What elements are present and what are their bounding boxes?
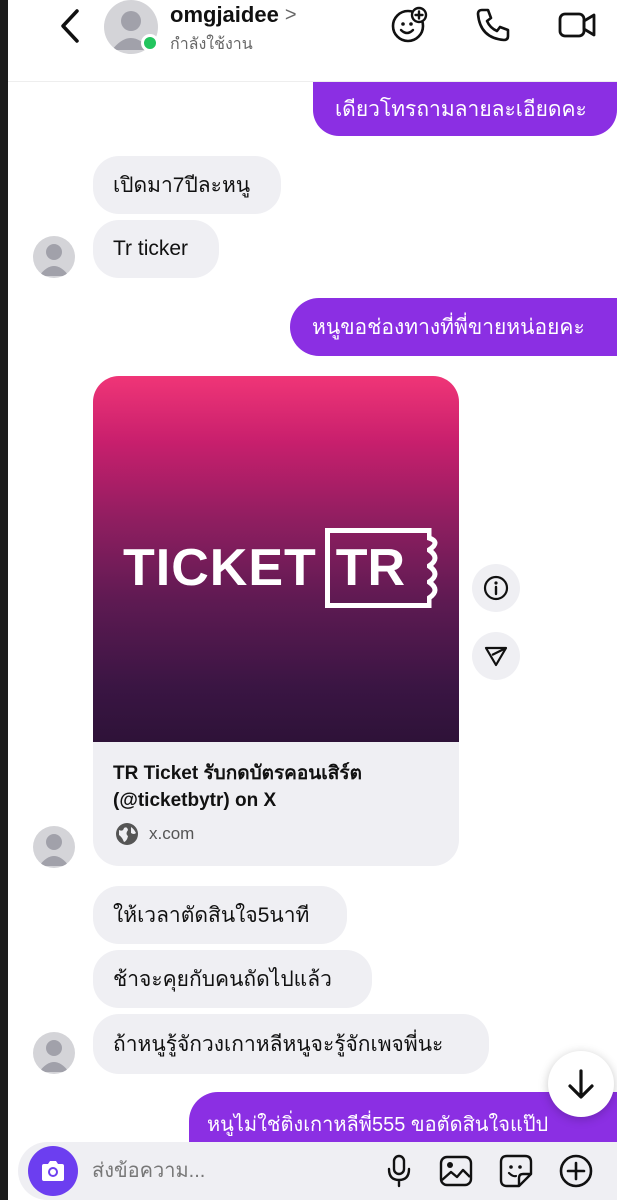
microphone-icon: [387, 1154, 411, 1188]
link-preview-card[interactable]: TICKET TR TR Ticket รับกดบัตรคอนเสิร์ต (…: [93, 376, 459, 866]
incoming-message[interactable]: Tr ticker: [93, 220, 219, 278]
video-camera-icon: [558, 12, 596, 38]
online-indicator: [141, 34, 159, 52]
video-call-button[interactable]: [556, 4, 598, 46]
sticker-add-button[interactable]: [388, 4, 430, 46]
share-icon: [484, 646, 508, 667]
ticket-tr-logo: TICKET TR: [123, 526, 438, 610]
logo-box-text: TR: [335, 539, 406, 597]
gallery-button[interactable]: [437, 1152, 475, 1190]
outgoing-message[interactable]: เดียวโทรถามลายละเอียดคะ: [313, 82, 617, 136]
link-domain: x.com: [115, 822, 194, 846]
message-text: Tr ticker: [113, 237, 189, 260]
message-text: ช้าจะคุยกับคนถัดไปแล้ว: [113, 967, 332, 991]
camera-button[interactable]: [28, 1146, 78, 1196]
contact-name[interactable]: omgjaidee >: [170, 2, 297, 28]
incoming-message[interactable]: ช้าจะคุยกับคนถัดไปแล้ว: [93, 950, 372, 1008]
sender-avatar[interactable]: [33, 826, 75, 868]
message-text: ให้เวลาตัดสินใจ5นาที: [113, 903, 310, 927]
outgoing-message[interactable]: หนูขอช่องทางที่พี่ขายหน่อยคะ: [290, 298, 617, 356]
message-text: เปิดมา7ปีละหนู: [113, 173, 251, 197]
domain-text: x.com: [149, 824, 195, 843]
active-status: กำลังใช้งาน: [170, 36, 253, 53]
logo-word: TICKET: [123, 539, 317, 597]
incoming-message[interactable]: เปิดมา7ปีละหนู: [93, 156, 281, 214]
scroll-to-bottom-button[interactable]: [548, 1051, 614, 1117]
back-arrow-icon: [61, 9, 79, 43]
globe-icon: [116, 823, 138, 845]
sender-avatar[interactable]: [33, 1032, 75, 1074]
message-text: หนูขอช่องทางที่พี่ขายหน่อยคะ: [312, 315, 585, 339]
back-button[interactable]: [52, 8, 88, 44]
message-text: เดียวโทรถามลายละเอียดคะ: [335, 97, 587, 121]
gallery-icon: [439, 1155, 473, 1187]
share-button[interactable]: [472, 632, 520, 680]
link-preview-image: TICKET TR: [93, 376, 459, 742]
sticker-button[interactable]: [497, 1152, 535, 1190]
message-text: หนูไม่ใช่ติ่งเกาหลีพี่555 ขอตัดสินใจแป๊ป: [207, 1114, 549, 1136]
more-options-button[interactable]: [557, 1152, 595, 1190]
message-text: ถ้าหนูรู้จักวงเกาหลีหนูจะรู้จักเพจพี่นะ: [113, 1032, 444, 1056]
incoming-message[interactable]: ถ้าหนูรู้จักวงเกาหลีหนูจะรู้จักเพจพี่นะ: [93, 1014, 489, 1074]
sender-avatar[interactable]: [33, 236, 75, 278]
username-text: omgjaidee: [170, 2, 279, 27]
chevron-right-icon: >: [284, 3, 297, 26]
voice-message-button[interactable]: [380, 1152, 418, 1190]
window-edge: [0, 0, 8, 1200]
arrow-down-icon: [568, 1069, 594, 1099]
chat-header: omgjaidee > กำลังใช้งาน: [8, 0, 617, 82]
message-input[interactable]: [92, 1156, 362, 1186]
camera-icon: [42, 1161, 64, 1181]
voice-call-button[interactable]: [472, 4, 514, 46]
ticket-stub-icon: TR: [324, 528, 438, 608]
phone-icon: [476, 8, 510, 42]
link-info-button[interactable]: [472, 564, 520, 612]
sticker-icon: [499, 1154, 533, 1188]
incoming-message[interactable]: ให้เวลาตัดสินใจ5นาที: [93, 886, 347, 944]
info-icon: [483, 575, 509, 601]
message-composer: [18, 1142, 617, 1200]
sticker-add-icon: [391, 6, 428, 43]
link-title: TR Ticket รับกดบัตรคอนเสิร์ต (@ticketbyt…: [113, 763, 362, 811]
plus-icon: [559, 1154, 593, 1188]
